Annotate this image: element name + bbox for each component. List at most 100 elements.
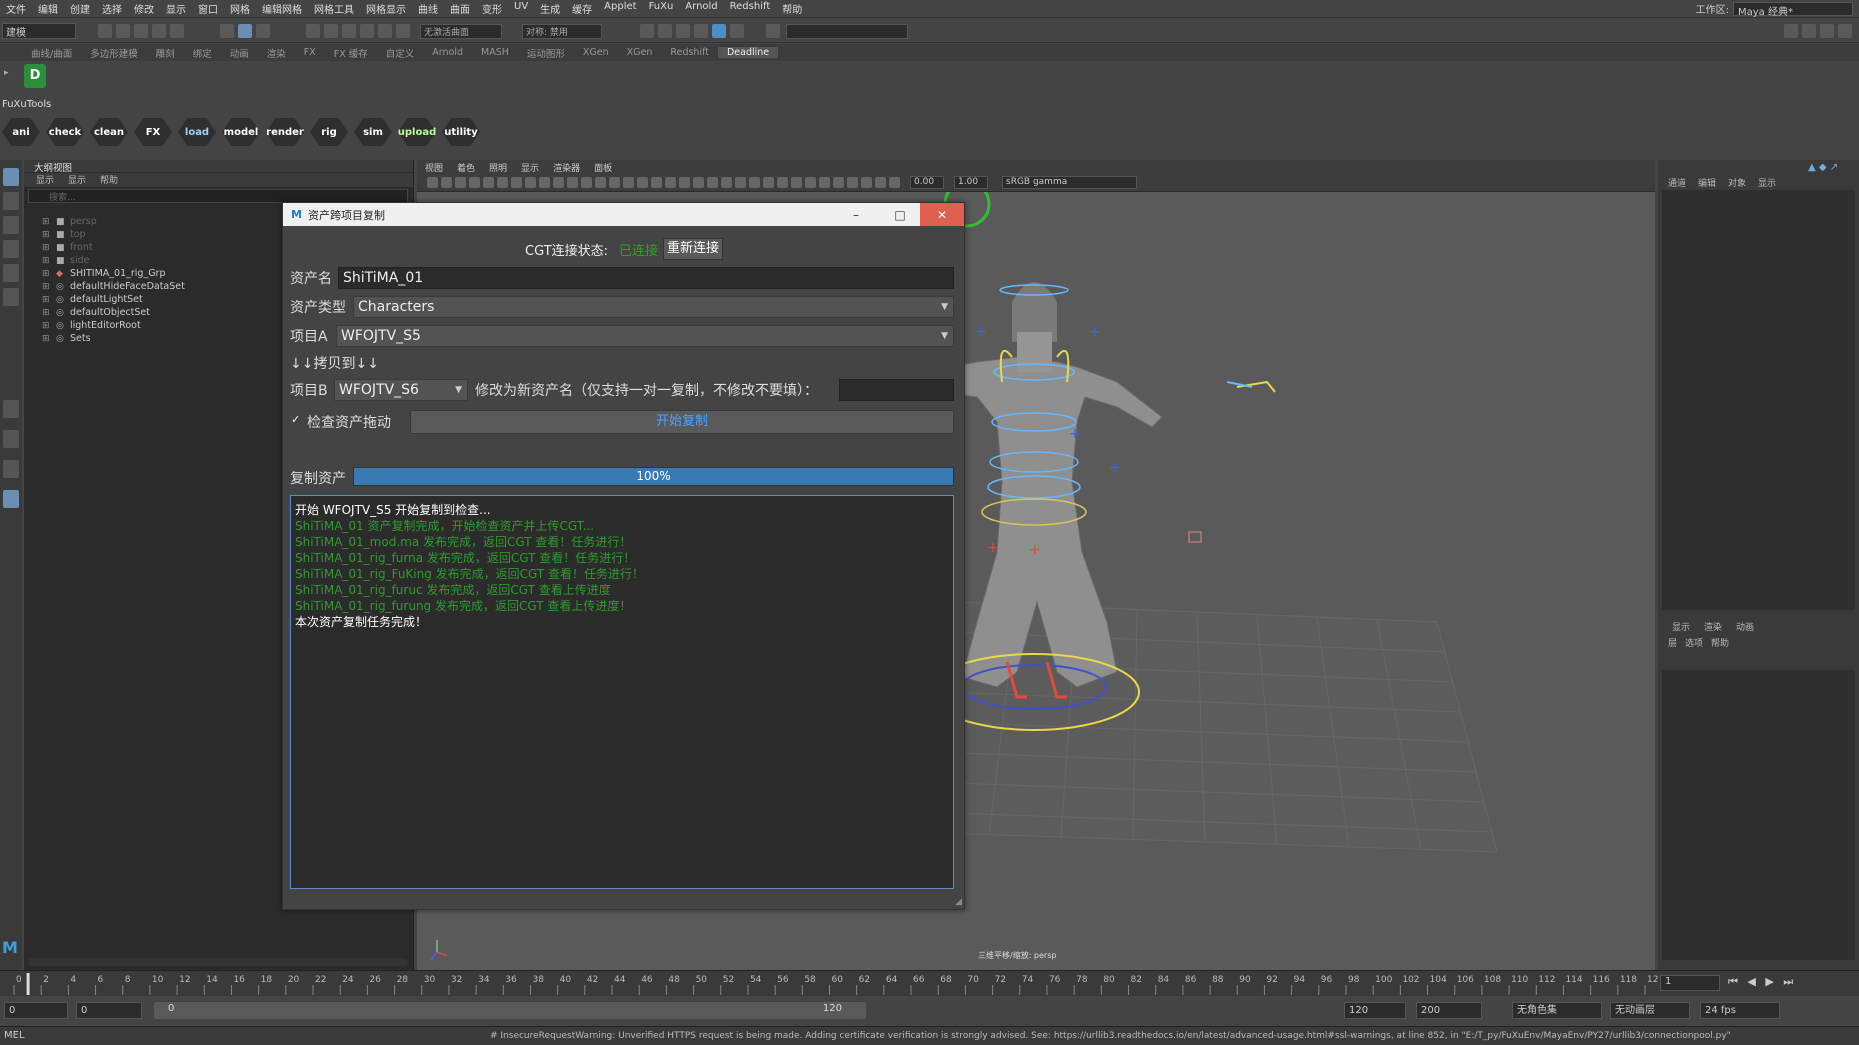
asset-name-field[interactable]: ShiTiMA_01 <box>338 267 954 289</box>
expand-icon[interactable]: ⊞ <box>42 243 52 253</box>
select-component-icon[interactable] <box>256 24 270 38</box>
fuxu-upload-button[interactable]: upload <box>398 118 436 146</box>
fuxu-fx-button[interactable]: FX <box>134 118 172 146</box>
outliner-layout-icon[interactable] <box>3 490 19 508</box>
viewport-tool-icon[interactable] <box>707 177 718 188</box>
exposure-field[interactable]: 0.00 <box>910 176 944 189</box>
menu-item[interactable]: 网格 <box>224 1 256 16</box>
menu-item[interactable]: 文件 <box>0 1 32 16</box>
viewport-menu-item[interactable]: 视图 <box>425 161 443 174</box>
viewport-tool-icon[interactable] <box>735 177 746 188</box>
range-bar[interactable]: 0 120 <box>154 1002 866 1019</box>
attribute-editor-icon[interactable] <box>1802 24 1816 38</box>
four-view-layout-icon[interactable] <box>3 460 19 478</box>
layer-menu-item[interactable]: 选项 <box>1685 636 1703 649</box>
outliner-menu-item[interactable]: 帮助 <box>100 173 118 187</box>
viewport-tool-icon[interactable] <box>777 177 788 188</box>
fps-dropdown[interactable]: 24 fps <box>1700 1002 1780 1019</box>
shelf-tab[interactable]: FX <box>295 47 325 58</box>
viewport-tool-icon[interactable] <box>427 177 438 188</box>
fuxu-sim-button[interactable]: sim <box>354 118 392 146</box>
outliner-item[interactable]: ⊞ ◆ SHITIMA_01_rig_Grp <box>42 268 166 279</box>
viewport-tool-icon[interactable] <box>651 177 662 188</box>
shelf-tab[interactable]: 雕刻 <box>147 46 184 60</box>
viewport-tool-icon[interactable] <box>665 177 676 188</box>
menu-item[interactable]: 网格显示 <box>360 1 412 16</box>
menu-item[interactable]: 缓存 <box>566 1 598 16</box>
scale-tool-icon[interactable] <box>3 288 19 306</box>
maximize-icon[interactable]: □ <box>880 203 920 226</box>
symmetry-field[interactable]: 对称: 禁用 <box>522 24 602 39</box>
input-line-icon[interactable] <box>766 24 780 38</box>
menu-set-dropdown[interactable]: 建模 <box>2 23 76 39</box>
anim-layer-dropdown[interactable]: 无动画层 <box>1610 1002 1690 1019</box>
layer-menu-item[interactable]: 层 <box>1668 636 1677 649</box>
viewport-tool-icon[interactable] <box>567 177 578 188</box>
menu-item[interactable]: 编辑 <box>32 1 64 16</box>
shelf-tab[interactable]: 动画 <box>221 46 258 60</box>
menu-item[interactable]: FuXu <box>643 1 680 16</box>
expand-icon[interactable]: ⊞ <box>42 282 52 292</box>
expand-icon[interactable]: ⊞ <box>42 334 52 344</box>
menu-item[interactable]: 曲线 <box>412 1 444 16</box>
shelf-tab[interactable]: MASH <box>472 47 518 58</box>
shelf-options-icon[interactable]: ▸ <box>4 68 9 78</box>
workspace-dropdown[interactable]: Maya 经典* <box>1733 1 1853 18</box>
channel-box-menu-item[interactable]: 显示 <box>1758 176 1776 189</box>
snap-surface-icon[interactable] <box>378 24 392 38</box>
viewport-tool-icon[interactable] <box>805 177 816 188</box>
viewport-menu-item[interactable]: 照明 <box>489 161 507 174</box>
shelf-tab[interactable]: Deadline <box>717 47 779 58</box>
arnold-pause-icon[interactable] <box>730 24 744 38</box>
viewport-tool-icon[interactable] <box>581 177 592 188</box>
outliner-item[interactable]: ⊞ ◎ defaultObjectSet <box>42 307 150 318</box>
outliner-item[interactable]: ⊞ ■ side <box>42 255 89 266</box>
expand-icon[interactable]: ⊞ <box>42 256 52 266</box>
start-copy-button[interactable]: 开始复制 <box>410 410 954 434</box>
layer-tab[interactable]: 动画 <box>1736 620 1754 633</box>
dialog-titlebar[interactable]: M 资产跨项目复制 – □ ✕ <box>283 203 964 226</box>
menu-item[interactable]: 修改 <box>128 1 160 16</box>
viewport-tool-icon[interactable] <box>749 177 760 188</box>
shelf-tab[interactable]: 渲染 <box>258 46 295 60</box>
outliner-item[interactable]: ⊞ ■ top <box>42 229 86 240</box>
mel-label[interactable]: MEL <box>4 1030 25 1041</box>
shelf-tab[interactable]: XGen <box>618 47 662 58</box>
end-frame-field[interactable]: 200 <box>1416 1002 1482 1019</box>
fuxu-rig-button[interactable]: rig <box>310 118 348 146</box>
snap-grid-icon[interactable] <box>306 24 320 38</box>
outliner-search-input[interactable]: 搜索... <box>28 189 408 203</box>
anim-end-field[interactable]: 120 <box>1344 1002 1406 1019</box>
channel-box-tools-icon[interactable]: ▲ ◆ ↗ <box>1808 162 1838 173</box>
outliner-item[interactable]: ⊞ ■ front <box>42 242 93 253</box>
fuxu-clean-button[interactable]: clean <box>90 118 128 146</box>
current-frame-field[interactable]: 1 <box>1660 975 1720 991</box>
anim-start-field[interactable]: 0 <box>76 1002 142 1019</box>
layer-menu-item[interactable]: 帮助 <box>1711 636 1729 649</box>
layer-tab[interactable]: 显示 <box>1672 620 1690 633</box>
outliner-item[interactable]: ⊞ ◎ Sets <box>42 333 91 344</box>
outliner-item[interactable]: ⊞ ■ persp <box>42 216 97 227</box>
viewport-tool-icon[interactable] <box>875 177 886 188</box>
hypershade-icon[interactable] <box>694 24 708 38</box>
open-scene-icon[interactable] <box>116 24 130 38</box>
save-scene-icon[interactable] <box>134 24 148 38</box>
viewport-tool-icon[interactable] <box>637 177 648 188</box>
outliner-scrollbar[interactable] <box>28 958 408 966</box>
viewport-tool-icon[interactable] <box>455 177 466 188</box>
viewport-tool-icon[interactable] <box>595 177 606 188</box>
expand-icon[interactable]: ⊞ <box>42 321 52 331</box>
rename-field[interactable] <box>839 379 954 401</box>
snap-curve-icon[interactable] <box>324 24 338 38</box>
viewport-menu-item[interactable]: 着色 <box>457 161 475 174</box>
render-settings-icon[interactable] <box>640 24 654 38</box>
select-object-icon[interactable] <box>238 24 252 38</box>
resize-grip-icon[interactable]: ◢ <box>955 897 962 907</box>
shelf-tab[interactable]: 绑定 <box>184 46 221 60</box>
asset-type-dropdown[interactable]: Characters ▼ <box>353 296 954 318</box>
menu-item[interactable]: Redshift <box>724 1 777 16</box>
viewport-tool-icon[interactable] <box>553 177 564 188</box>
viewport-tool-icon[interactable] <box>609 177 620 188</box>
live-surface-field[interactable]: 无激活曲面 <box>420 24 502 39</box>
channel-box-icon[interactable] <box>1838 24 1852 38</box>
